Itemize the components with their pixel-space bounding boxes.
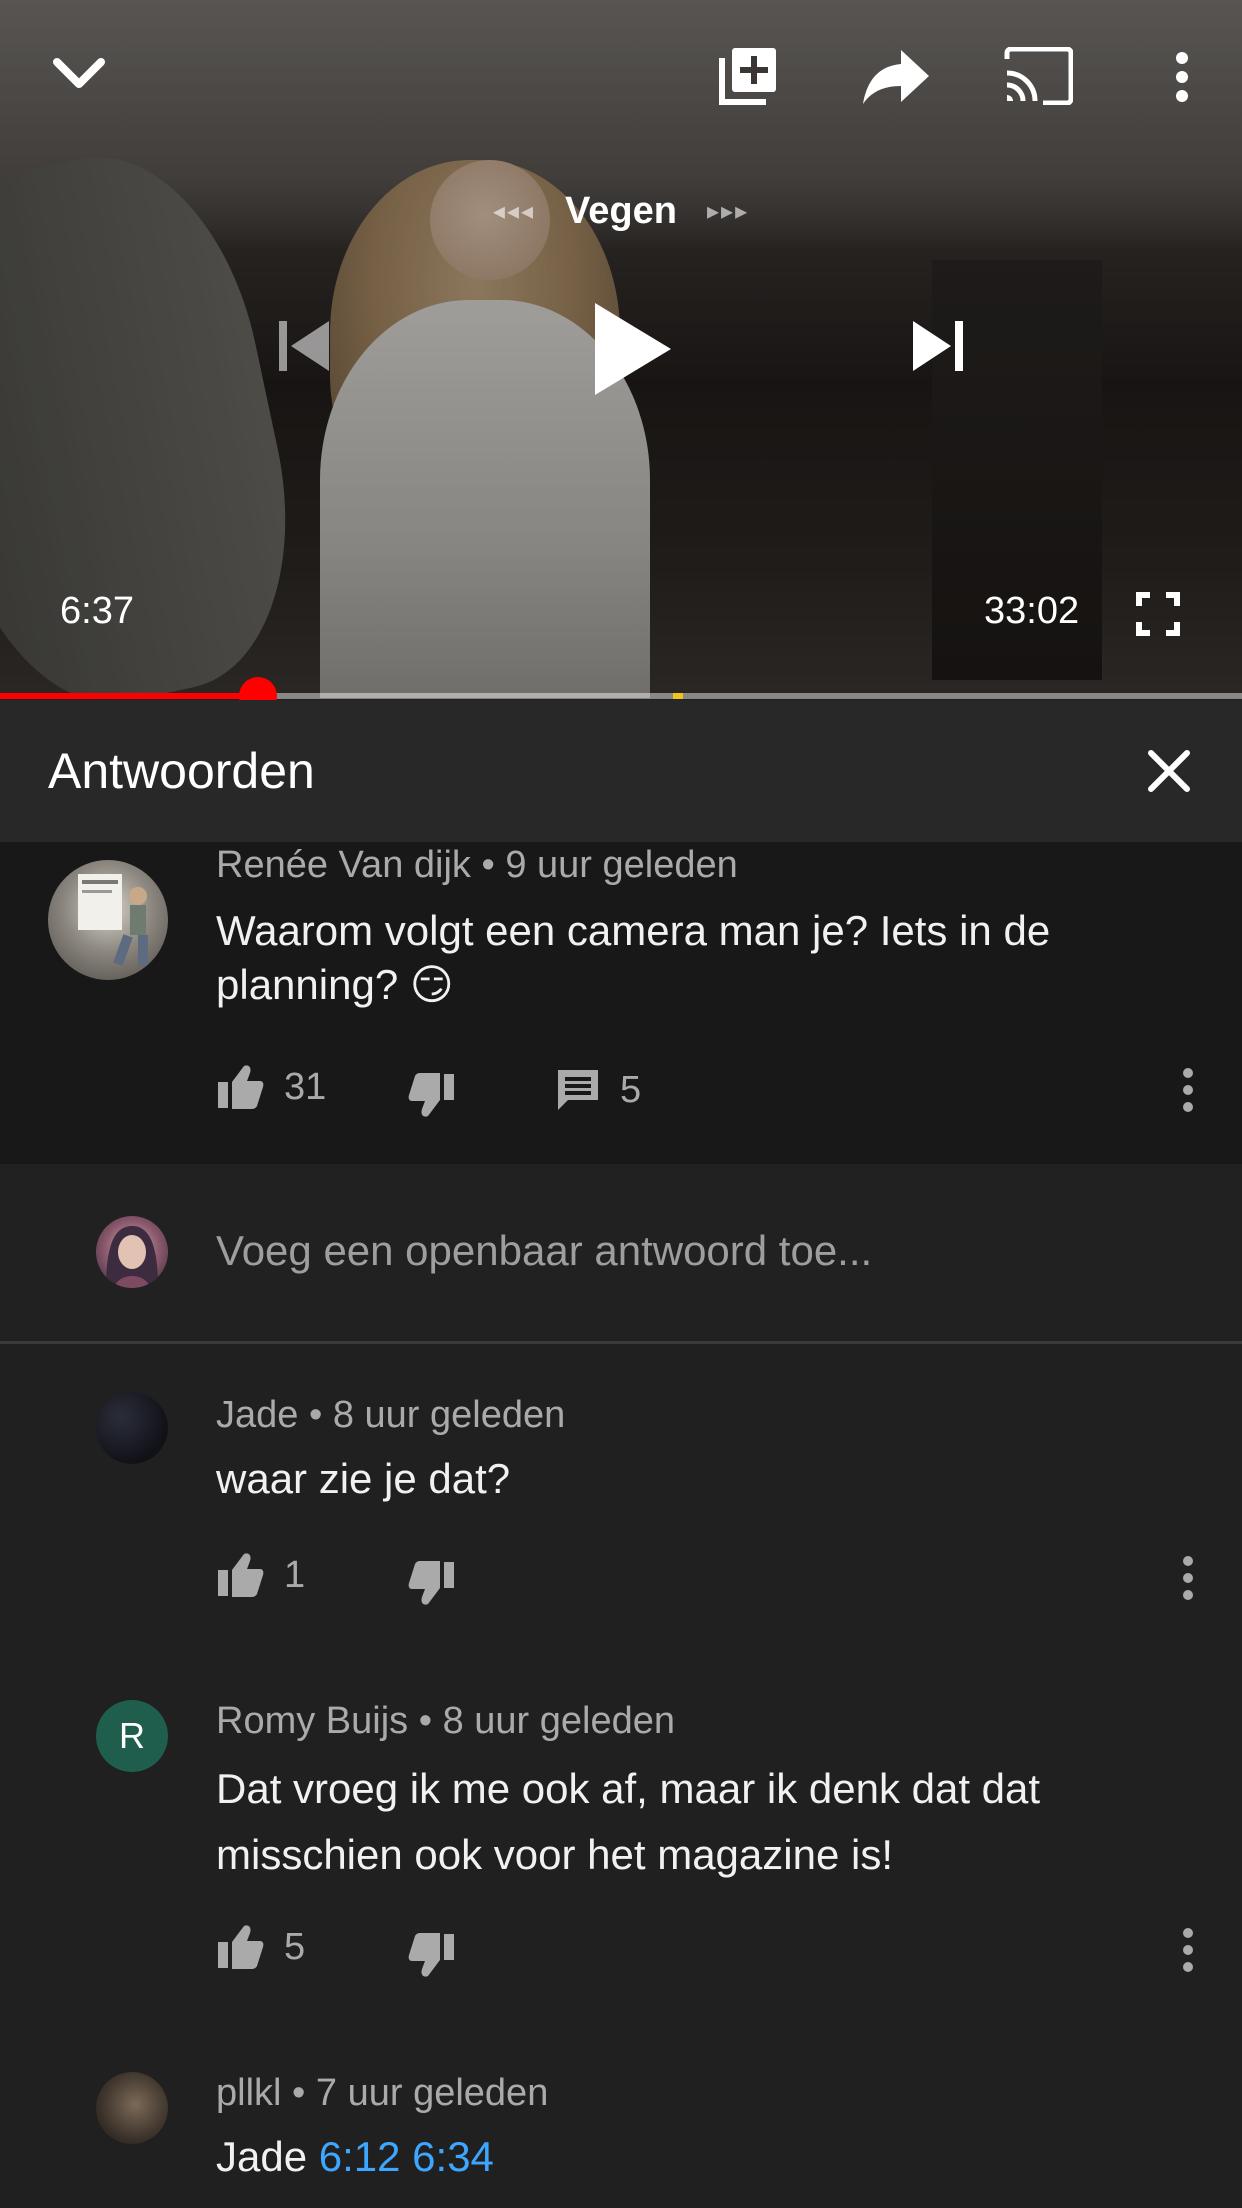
current-time: 6:37 (60, 590, 134, 632)
comment-more-icon[interactable] (1168, 1060, 1208, 1120)
user-avatar (96, 1216, 168, 1288)
comment-text: Waarom volgt een camera man je? Iets in … (216, 907, 1051, 1008)
share-icon[interactable] (860, 46, 932, 106)
replies-title: Antwoorden (48, 743, 315, 799)
avatar[interactable] (96, 1392, 168, 1464)
parent-comment: Renée Van dijk • 9 uur geleden Waarom vo… (0, 842, 1242, 1164)
reply-input[interactable] (216, 1216, 1176, 1286)
duration: 33:02 (984, 590, 1080, 632)
dislike-button[interactable] (408, 1932, 456, 1978)
meta-separator: • (308, 1394, 323, 1436)
chapter-marker (673, 693, 684, 699)
more-options-icon[interactable] (1162, 46, 1202, 108)
thumbs-down-icon (408, 1933, 454, 1977)
comment-meta: Jade • 8 uur geleden (216, 1394, 565, 1437)
replies-button[interactable]: 5 (556, 1068, 641, 1112)
avatar-letter: R (119, 1715, 145, 1756)
thumbs-down-icon (408, 1073, 454, 1117)
meta-separator: • (418, 1700, 433, 1742)
dislike-button[interactable] (408, 1560, 456, 1606)
comment-text: Jade 6:12 6:34 (216, 2130, 1176, 2184)
reply-comment-icon (558, 1070, 598, 1110)
thumbs-up-icon (218, 1553, 264, 1597)
video-title: Vegen (565, 190, 677, 232)
like-button[interactable]: 31 (216, 1064, 326, 1110)
thumbs-up-icon (218, 1065, 264, 1109)
meta-separator: • (292, 2072, 306, 2114)
comment-meta: pllkl • 7 uur geleden (216, 2072, 548, 2115)
thumbs-up-icon (218, 1925, 264, 1969)
comment-time: 8 uur geleden (442, 1700, 676, 1742)
comment-text: waar zie je dat? (216, 1455, 511, 1502)
like-count: 5 (284, 1925, 306, 1968)
comment-meta: Romy Buijs • 8 uur geleden (216, 1700, 675, 1743)
avatar[interactable] (48, 860, 168, 980)
previous-arrows: ◂◂◂ (492, 198, 536, 225)
play-icon[interactable] (582, 296, 682, 402)
like-count: 1 (284, 1553, 306, 1596)
add-to-playlist-icon[interactable] (716, 42, 782, 108)
comment-time: 9 uur geleden (505, 844, 738, 886)
dislike-button[interactable] (408, 1072, 456, 1118)
timestamp-link[interactable]: 6:12 (319, 2133, 401, 2180)
mention-text: Jade (216, 2133, 319, 2180)
timestamp-link[interactable]: 6:34 (412, 2133, 494, 2180)
comment-more-icon[interactable] (1168, 1920, 1208, 1980)
video-title-row: ◂◂◂ Vegen ▸▸▸ (0, 190, 1242, 233)
video-player[interactable]: ◂◂◂ Vegen ▸▸▸ 6:37 33:02 (0, 0, 1242, 698)
comment-author[interactable]: Romy Buijs (216, 1700, 408, 1742)
fullscreen-icon[interactable] (1134, 590, 1182, 638)
avatar[interactable]: R (96, 1700, 168, 1772)
previous-video-icon[interactable] (272, 314, 336, 378)
reply-input-row (0, 1164, 1242, 1344)
replies-header: Antwoorden (0, 700, 1242, 842)
next-arrows: ▸▸▸ (706, 198, 750, 225)
collapse-chevron-icon[interactable] (46, 48, 112, 100)
comment-time: 8 uur geleden (332, 1394, 566, 1436)
close-icon[interactable] (1144, 746, 1194, 796)
comment-author[interactable]: pllkl (216, 2072, 281, 2114)
cast-icon[interactable] (1002, 46, 1074, 106)
like-button[interactable]: 1 (216, 1552, 305, 1598)
meta-separator: • (481, 844, 495, 886)
avatar[interactable] (96, 2072, 168, 2144)
comment-time: 7 uur geleden (315, 2072, 549, 2114)
comment-more-icon[interactable] (1168, 1548, 1208, 1608)
comment-text: Dat vroeg ik me ook af, maar ik denk dat… (216, 1765, 1041, 1878)
thumbs-down-icon (408, 1561, 454, 1605)
replies-count: 5 (620, 1068, 642, 1111)
comment-meta: Renée Van dijk • 9 uur geleden (216, 844, 738, 887)
like-button[interactable]: 5 (216, 1924, 305, 1970)
progress-fill (0, 693, 259, 699)
comment-author[interactable]: Jade (216, 1394, 298, 1436)
comment-author[interactable]: Renée Van dijk (216, 844, 471, 886)
next-video-icon[interactable] (906, 314, 970, 378)
like-count: 31 (284, 1065, 327, 1108)
